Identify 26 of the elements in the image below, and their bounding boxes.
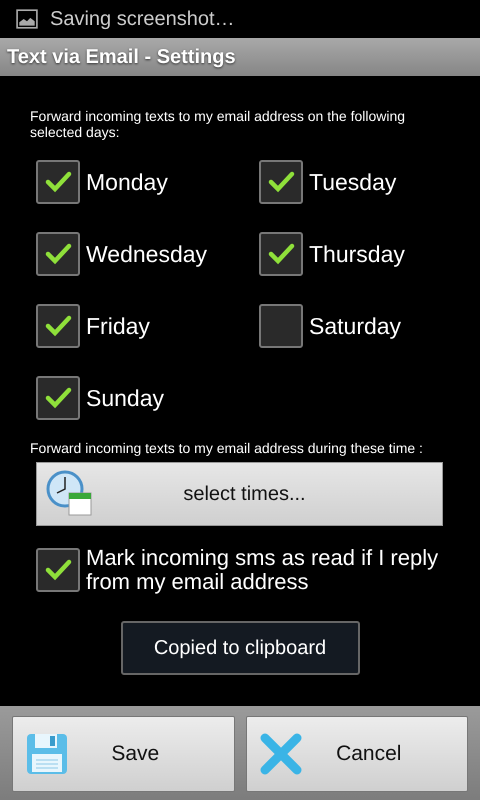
checkbox-label[interactable]: Friday: [86, 312, 150, 340]
toast: Copied to clipboard: [120, 621, 360, 675]
notification-text: Saving screenshot…: [50, 8, 235, 30]
checkbox-label[interactable]: Thursday: [309, 240, 405, 268]
checkbox[interactable]: [36, 376, 80, 420]
cross-icon: [258, 732, 302, 776]
image-icon: [16, 9, 38, 29]
checkbox-label[interactable]: Sunday: [86, 384, 164, 412]
checkbox-label[interactable]: Tuesday: [309, 168, 396, 196]
checkbox[interactable]: [36, 304, 80, 348]
checkbox[interactable]: [259, 304, 303, 348]
days-label: Forward incoming texts to my email address on the following selected days:: [30, 108, 406, 140]
checkbox-label[interactable]: Monday: [86, 168, 168, 196]
checkbox[interactable]: [36, 548, 80, 592]
checkbox[interactable]: [259, 160, 303, 204]
times-label: Forward incoming texts to my email address during these time :: [30, 440, 424, 456]
checkbox[interactable]: [259, 232, 303, 276]
checkbox[interactable]: [36, 160, 80, 204]
save-button[interactable]: Save: [12, 716, 234, 792]
select-times-button[interactable]: select times...: [36, 462, 443, 526]
checkbox-label[interactable]: Mark incoming sms as read if I reply from my email address: [86, 546, 450, 594]
checkbox-label[interactable]: Saturday: [309, 312, 402, 340]
window-title: Text via Email - Settings: [7, 46, 236, 68]
checkbox[interactable]: [36, 232, 80, 276]
checkbox-label[interactable]: Wednesday: [86, 240, 208, 268]
cancel-button[interactable]: Cancel: [246, 716, 468, 792]
